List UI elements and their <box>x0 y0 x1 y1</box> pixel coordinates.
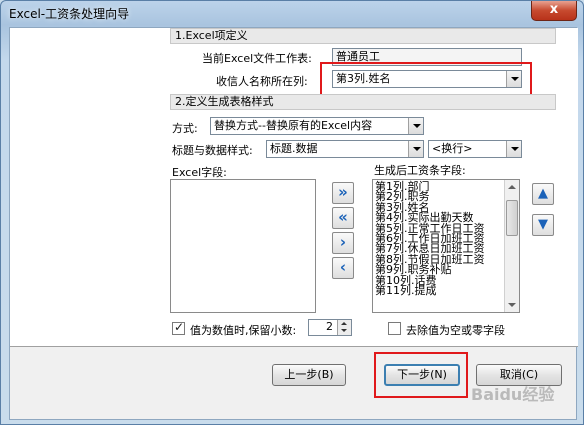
decimal-places-stepper[interactable]: 2 <box>308 319 352 336</box>
scroll-up-icon[interactable] <box>505 180 519 194</box>
client-area: 1.Excel项定义 当前Excel文件工作表: 普通员工 收信人名称所在列: … <box>9 27 578 420</box>
mode-value: 替换方式--替换原有的Excel内容 <box>214 119 373 132</box>
section-excel-definition: 1.Excel项定义 <box>170 28 556 44</box>
wizard-window: Excel-工资条处理向导 x 1.Excel项定义 当前Excel文件工作表:… <box>0 0 584 425</box>
keep-decimals-checkbox[interactable] <box>172 320 185 335</box>
style-select[interactable]: 标题.数据 <box>266 140 424 158</box>
recipient-column-label: 收信人名称所在列: <box>216 75 308 88</box>
add-button[interactable]: › <box>332 232 354 254</box>
watermark-logo: Baidu经验 <box>471 385 555 404</box>
prev-button[interactable]: 上一步(B) <box>272 364 346 386</box>
style-value: 标题.数据 <box>270 142 318 155</box>
chevron-down-icon[interactable] <box>506 141 521 157</box>
generated-fields-items: 第1列.部门 第2列.职务 第3列.姓名 第4列.实际出勤天数 第5列.正常工作… <box>375 181 505 296</box>
footer-divider <box>10 346 578 347</box>
list-scrollbar[interactable] <box>504 180 519 312</box>
chevron-down-icon[interactable] <box>408 118 423 134</box>
mode-label: 方式: <box>172 122 198 135</box>
highlight-recipient-column <box>320 62 532 98</box>
remove-empty-checkbox[interactable] <box>388 322 401 335</box>
add-all-button[interactable]: » <box>332 182 354 204</box>
scroll-down-icon[interactable] <box>505 298 519 312</box>
section-table-style: 2.定义生成表格样式 <box>170 94 556 110</box>
arrow-down-icon: ▼ <box>538 217 548 232</box>
remove-all-button[interactable]: « <box>332 207 354 229</box>
arrow-up-icon: ▲ <box>538 186 548 201</box>
remove-button[interactable]: ‹ <box>332 257 354 279</box>
separator-value: <换行> <box>432 142 473 155</box>
move-down-button[interactable]: ▼ <box>532 214 554 236</box>
stepper-buttons[interactable] <box>337 320 351 335</box>
list-item[interactable]: 第11列.提成 <box>375 285 505 296</box>
generated-fields-label: 生成后工资条字段: <box>374 164 466 177</box>
stepper-down-icon[interactable] <box>338 327 351 335</box>
mode-select[interactable]: 替换方式--替换原有的Excel内容 <box>210 117 424 135</box>
window-title: Excel-工资条处理向导 <box>9 7 130 21</box>
decimal-places-value: 2 <box>326 320 333 333</box>
scroll-thumb[interactable] <box>506 200 518 236</box>
keep-decimals-label: 值为数值时,保留小数: <box>190 324 297 337</box>
highlight-next-button <box>374 352 468 398</box>
title-bar[interactable]: Excel-工资条处理向导 x <box>1 1 584 25</box>
remove-empty-label: 去除值为空或零字段 <box>406 324 505 337</box>
current-sheet-label: 当前Excel文件工作表: <box>202 52 312 65</box>
style-label: 标题与数据样式: <box>172 144 253 157</box>
close-button[interactable]: x <box>531 1 577 21</box>
excel-fields-list[interactable] <box>170 179 316 313</box>
separator-select[interactable]: <换行> <box>428 140 522 158</box>
left-white-panel <box>10 28 168 346</box>
generated-fields-list[interactable]: 第1列.部门 第2列.职务 第3列.姓名 第4列.实际出勤天数 第5列.正常工作… <box>372 179 520 313</box>
chevron-down-icon[interactable] <box>408 141 423 157</box>
move-up-button[interactable]: ▲ <box>532 183 554 205</box>
excel-fields-label: Excel字段: <box>172 166 227 179</box>
